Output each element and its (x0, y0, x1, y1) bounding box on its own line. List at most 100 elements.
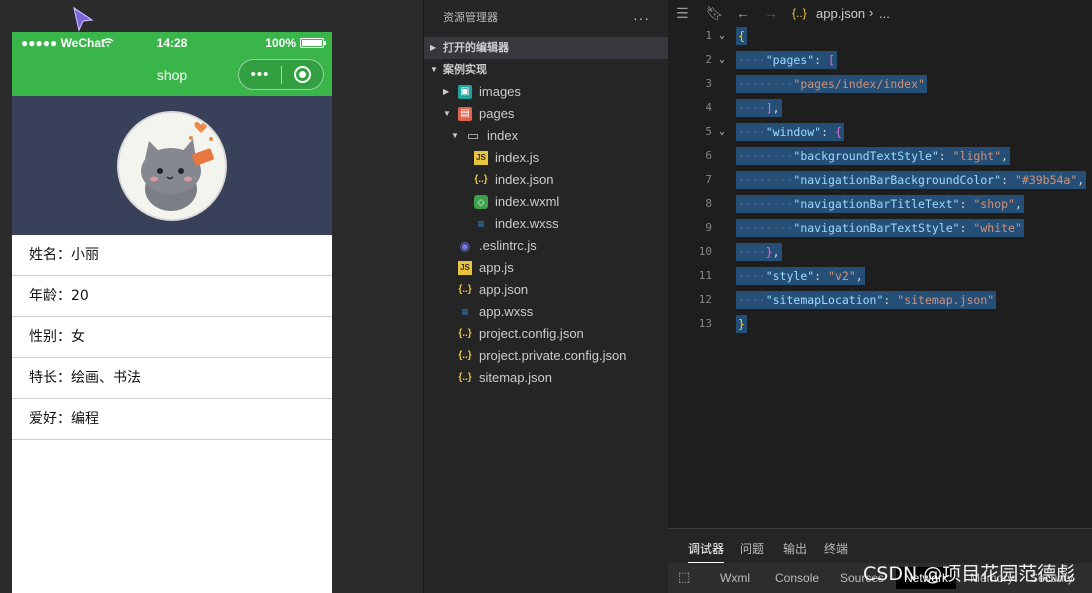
json-file-icon: {..} (474, 174, 488, 185)
breadcrumb-file[interactable]: app.json (816, 6, 865, 21)
status-bar: ●●●●● WeChat 14:28 100% (12, 32, 332, 54)
section-label: 打开的编辑器 (443, 42, 509, 54)
tree-label: project.private.config.json (479, 348, 627, 363)
json-key: "pages" (765, 53, 815, 67)
more-actions-button[interactable]: ··· (633, 0, 650, 37)
code-line: 9 ········"navigationBarTextStyle": "whit… (705, 219, 1024, 237)
project-section[interactable]: ▼ 案例实现 (424, 59, 668, 81)
profile-header (12, 96, 332, 235)
tree-folder-index[interactable]: ▼ ▭ index (424, 125, 668, 147)
forward-arrow-icon[interactable]: → (764, 5, 778, 21)
json-value: "sitemap.json" (897, 293, 995, 307)
json-key: "window" (765, 125, 822, 139)
menu-capsule: ••• (238, 59, 324, 90)
json-value: "shop" (973, 197, 1015, 211)
tree-label: index.wxss (495, 216, 559, 231)
json-file-icon: {..} (458, 372, 472, 383)
js-file-icon: JS (474, 151, 488, 165)
json-value: "pages/index/index" (793, 77, 925, 91)
info-row-hobby: 爱好：编程 (12, 399, 332, 440)
tab-debugger[interactable]: 调试器 (688, 540, 725, 563)
tree-label: images (479, 84, 521, 99)
info-row-gender: 性别：女 (12, 317, 332, 358)
tree-file-index-js[interactable]: JS index.js (424, 147, 668, 169)
json-value: "white" (973, 221, 1022, 235)
app-logo-icon (73, 6, 94, 32)
json-file-icon: {..} (792, 6, 807, 20)
tree-folder-pages[interactable]: ▼ ▤ pages (424, 103, 668, 125)
wxml-file-icon: ◇ (474, 195, 488, 209)
simulator-panel: ●●●●● WeChat 14:28 100% shop ••• 姓名：小丽 年… (0, 0, 424, 593)
tree-file-project-private-config[interactable]: {..} project.private.config.json (424, 345, 668, 367)
tree-file-index-wxss[interactable]: ≡ index.wxss (424, 213, 668, 235)
info-row-skills: 特长：绘画、书法 (12, 358, 332, 399)
json-key: "sitemapLocation" (765, 293, 884, 307)
battery-group: 100% (265, 36, 326, 50)
code-line: 8 ········"navigationBarTitleText": "shop… (705, 195, 1024, 213)
code-line: 3 ········"pages/index/index" (705, 75, 927, 93)
tree-folder-images[interactable]: ▶ ▣ images (424, 81, 668, 103)
section-label: 案例实现 (443, 64, 487, 76)
bookmark-icon[interactable]: 🔖︎ (706, 5, 724, 22)
more-menu-button[interactable]: ••• (239, 60, 281, 89)
folder-open-icon: ▭ (466, 128, 480, 143)
explorer-header: 资源管理器 ··· (424, 0, 668, 37)
tree-file-index-json[interactable]: {..} index.json (424, 169, 668, 191)
code-line: 2 ⌄ ····"pages": [ (668, 48, 1092, 72)
tree-file-sitemap[interactable]: {..} sitemap.json (424, 367, 668, 389)
tree-label: .eslintrc.js (479, 238, 537, 253)
code-line: 4 ····], (705, 99, 782, 117)
tab-terminal[interactable]: 终端 (824, 540, 848, 557)
tab-console[interactable]: Console (775, 571, 819, 585)
cat-avatar-image (119, 112, 225, 219)
json-key: "navigationBarBackgroundColor" (793, 173, 1002, 187)
outline-icon[interactable]: ☰ (676, 5, 689, 22)
explorer-title: 资源管理器 (443, 12, 498, 24)
wxss-file-icon: ≡ (461, 305, 469, 319)
tree-file-app-js[interactable]: JS app.js (424, 257, 668, 279)
json-key: "backgroundTextStyle" (793, 149, 939, 163)
tree-file-app-wxss[interactable]: ≡ app.wxss (424, 301, 668, 323)
chevron-right-icon: ▶ (443, 87, 450, 96)
code-line: 1 ⌄{ (668, 24, 1092, 48)
json-file-icon: {..} (458, 284, 472, 295)
json-value: "#39b54a" (1014, 173, 1078, 187)
code-editor: ☰ 🔖︎ ← → {..} app.json › ... 1 ⌄{ 2 ⌄ ····"… (668, 0, 1092, 528)
back-arrow-icon[interactable]: ← (736, 5, 750, 21)
tab-wxml[interactable]: Wxml (720, 571, 750, 585)
tree-file-index-wxml[interactable]: ◇ index.wxml (424, 191, 668, 213)
code-line: 7 ········"navigationBarBackgroundColor":… (705, 171, 1087, 189)
breadcrumb-more[interactable]: ... (879, 6, 890, 21)
tree-label: index.js (495, 150, 540, 165)
battery-icon (300, 38, 326, 48)
code-area[interactable]: 1 ⌄{ 2 ⌄ ····"pages": [ 3 ········"pages/ind… (668, 24, 1092, 336)
battery-percent: 100% (265, 36, 296, 50)
image-folder-icon: ▣ (458, 85, 472, 99)
js-file-icon: JS (458, 261, 472, 275)
chevron-down-icon: ▼ (451, 131, 459, 140)
open-editors-section[interactable]: ▶ 打开的编辑器 (424, 37, 668, 59)
avatar (117, 110, 227, 221)
inspect-icon[interactable]: ⬚ (678, 569, 690, 585)
tab-problems[interactable]: 问题 (740, 540, 764, 557)
json-value: "light" (952, 149, 1002, 163)
tree-file-eslintrc[interactable]: ◉ .eslintrc.js (424, 235, 668, 257)
chevron-down-icon: ▼ (443, 109, 451, 118)
json-key: "navigationBarTextStyle" (793, 221, 960, 235)
file-explorer: 资源管理器 ··· ▶ 打开的编辑器 ▼ 案例实现 ▶ ▣ images ▼ ▤… (424, 0, 668, 593)
code-line: 11 ····"style": "v2", (698, 267, 865, 285)
tree-label: app.json (479, 282, 529, 297)
chevron-down-icon: ▼ (430, 65, 438, 74)
tree-label: sitemap.json (479, 370, 552, 385)
tab-output[interactable]: 输出 (783, 540, 807, 557)
tree-label: index (487, 128, 519, 143)
phone-screen: ●●●●● WeChat 14:28 100% shop ••• 姓名：小丽 年… (12, 32, 332, 593)
chevron-right-icon: ▶ (430, 43, 437, 52)
app-window: ●●●●● WeChat 14:28 100% shop ••• 姓名：小丽 年… (0, 0, 1092, 593)
pages-folder-icon: ▤ (458, 107, 472, 121)
tree-file-project-config[interactable]: {..} project.config.json (424, 323, 668, 345)
wxss-file-icon: ≡ (477, 217, 485, 231)
chevron-down-icon: ⌄ (719, 126, 726, 137)
tree-file-app-json[interactable]: {..} app.json (424, 279, 668, 301)
close-miniprogram-button[interactable] (282, 66, 323, 83)
